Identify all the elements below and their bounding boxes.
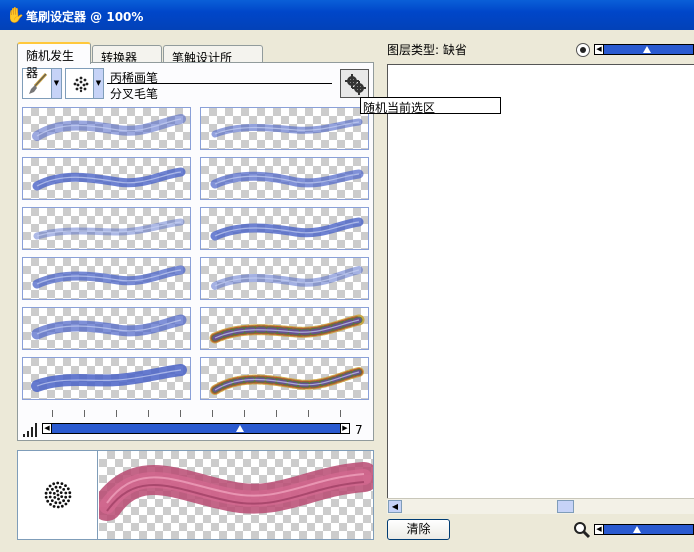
brush-stroke-thumbnail	[33, 218, 185, 240]
stroke-preview-panel	[17, 450, 374, 540]
slider-thumb[interactable]	[632, 526, 641, 533]
stroke-preview	[99, 451, 373, 539]
dab-dots-icon	[44, 481, 72, 509]
zoom-slider[interactable]: ◀	[594, 524, 694, 535]
title-bar[interactable]: ✋ 笔刷设定器 @ 100%	[0, 0, 694, 30]
brush-variation-cell[interactable]	[200, 207, 369, 250]
window-title: 笔刷设定器 @ 100%	[26, 10, 144, 24]
dot-icon	[576, 43, 590, 57]
name-separator	[107, 83, 332, 84]
slider-left-arrow[interactable]: ◀	[43, 424, 52, 433]
magnifier-icon	[573, 521, 591, 542]
brush-stroke-thumbnail	[210, 367, 364, 395]
opacity-slider[interactable]: ◀	[594, 44, 694, 55]
drawing-canvas[interactable]	[387, 64, 694, 514]
brush-variation-cell[interactable]	[22, 157, 191, 200]
brush-variation-cell[interactable]	[200, 107, 369, 150]
variation-value: 7	[355, 423, 363, 437]
brush-variation-cell[interactable]	[200, 257, 369, 300]
variation-ticks	[42, 410, 350, 418]
variation-slider[interactable]: ◀ ▶	[42, 423, 350, 434]
dab-dots-icon	[70, 73, 92, 98]
chevron-down-icon: ▼	[93, 69, 103, 98]
slider-left-arrow[interactable]: ◀	[595, 45, 604, 54]
dab-preview	[18, 451, 98, 539]
brush-stroke-thumbnail	[211, 118, 363, 138]
brush-stroke-thumbnail	[210, 217, 364, 241]
scroll-thumb[interactable]	[557, 500, 574, 513]
brush-variation-cell[interactable]	[200, 157, 369, 200]
slider-thumb[interactable]	[642, 46, 651, 53]
brush-variation-cell[interactable]	[200, 357, 369, 400]
clear-button[interactable]: 清除	[387, 519, 450, 540]
brush-variation-cell[interactable]	[200, 307, 369, 350]
chevron-down-icon: ▼	[51, 69, 61, 98]
brush-stroke-thumbnail	[209, 314, 365, 344]
brush-stroke-thumbnail	[32, 265, 186, 289]
brush-variant-dropdown[interactable]: ▼	[65, 68, 104, 99]
randomize-selection-button[interactable]	[340, 69, 369, 98]
brush-hand-icon: ✋	[6, 6, 25, 24]
gear-randomize-icon	[344, 73, 366, 98]
slider-right-arrow[interactable]: ▶	[340, 424, 349, 433]
slider-thumb[interactable]	[236, 425, 245, 432]
scroll-left-icon[interactable]: ◀	[388, 500, 402, 513]
brush-variation-cell[interactable]	[22, 307, 191, 350]
canvas-horizontal-scrollbar[interactable]: ◀	[387, 498, 694, 514]
brush-variation-cell[interactable]	[22, 357, 191, 400]
brush-stroke-thumbnail	[210, 169, 364, 189]
size-bars-icon	[22, 422, 39, 440]
brush-variation-cell[interactable]	[22, 207, 191, 250]
brush-name-box: 丙稀画笔 分叉毛笔	[107, 68, 332, 101]
brush-variation-cell[interactable]	[22, 257, 191, 300]
clear-button-label: 清除	[406, 522, 431, 536]
tab-randomizer[interactable]: 随机发生器	[17, 42, 91, 80]
brush-stroke-thumbnail	[31, 364, 187, 392]
brush-stroke-thumbnail	[31, 314, 187, 340]
brush-stroke-thumbnail	[211, 266, 363, 290]
brush-variation-cell[interactable]	[22, 107, 191, 150]
layer-type-label: 图层类型: 缺省	[387, 43, 467, 57]
tooltip-text: 随机当前选区	[363, 101, 436, 115]
brush-stroke-thumbnail	[32, 167, 186, 191]
brush-stroke-thumbnail	[32, 114, 186, 141]
tooltip: 随机当前选区	[360, 97, 501, 115]
slider-left-arrow[interactable]: ◀	[595, 525, 604, 534]
brush-variant-name: 分叉毛笔	[110, 87, 159, 101]
